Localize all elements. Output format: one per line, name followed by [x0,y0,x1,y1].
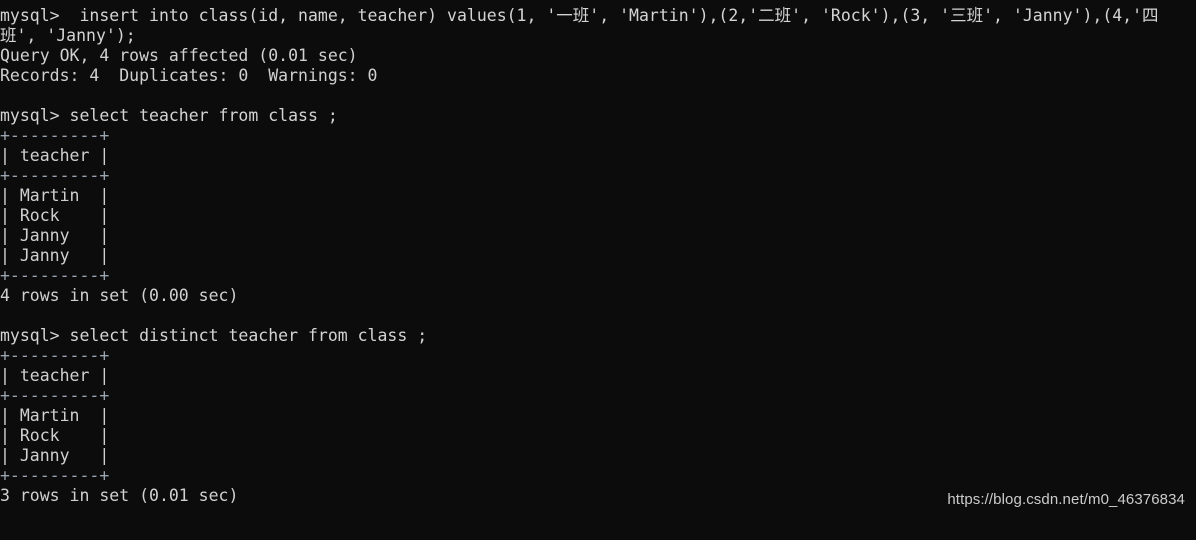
console-line: Query OK, 4 rows affected (0.01 sec) [0,46,358,65]
watermark-url: https://blog.csdn.net/m0_46376834 [947,491,1185,508]
console-line: +---------+ [0,346,110,365]
console-line: mysql> select distinct teacher from clas… [0,326,428,345]
console-line: | Rock | [0,206,110,225]
console-line: | Martin | [0,406,110,425]
console-line: +---------+ [0,266,110,285]
console-line: | Janny | [0,246,110,265]
console-line: +---------+ [0,126,110,145]
console-line: +---------+ [0,386,110,405]
console-line: 4 rows in set (0.00 sec) [0,286,239,305]
console-line: Records: 4 Duplicates: 0 Warnings: 0 [0,66,378,85]
console-line: | Janny | [0,226,110,245]
cutoff-next-line: .; [0,533,1196,540]
console-line: mysql> select teacher from class ; [0,106,338,125]
console-line: 班', 'Janny'); [0,26,136,45]
console-line: | Martin | [0,186,110,205]
console-output[interactable]: mysql> insert into class(id, name, teach… [0,6,1196,526]
console-line: | Rock | [0,426,110,445]
console-line: | teacher | [0,146,110,165]
terminal-window[interactable]: mysql> insert into class(id, name, teach… [0,0,1196,540]
console-line: | Janny | [0,446,110,465]
watermark: https://blog.csdn.net/m0_46376834 [930,470,1185,530]
console-line: +---------+ [0,166,110,185]
console-line: | teacher | [0,366,110,385]
console-line: mysql> insert into class(id, name, teach… [0,6,1159,25]
